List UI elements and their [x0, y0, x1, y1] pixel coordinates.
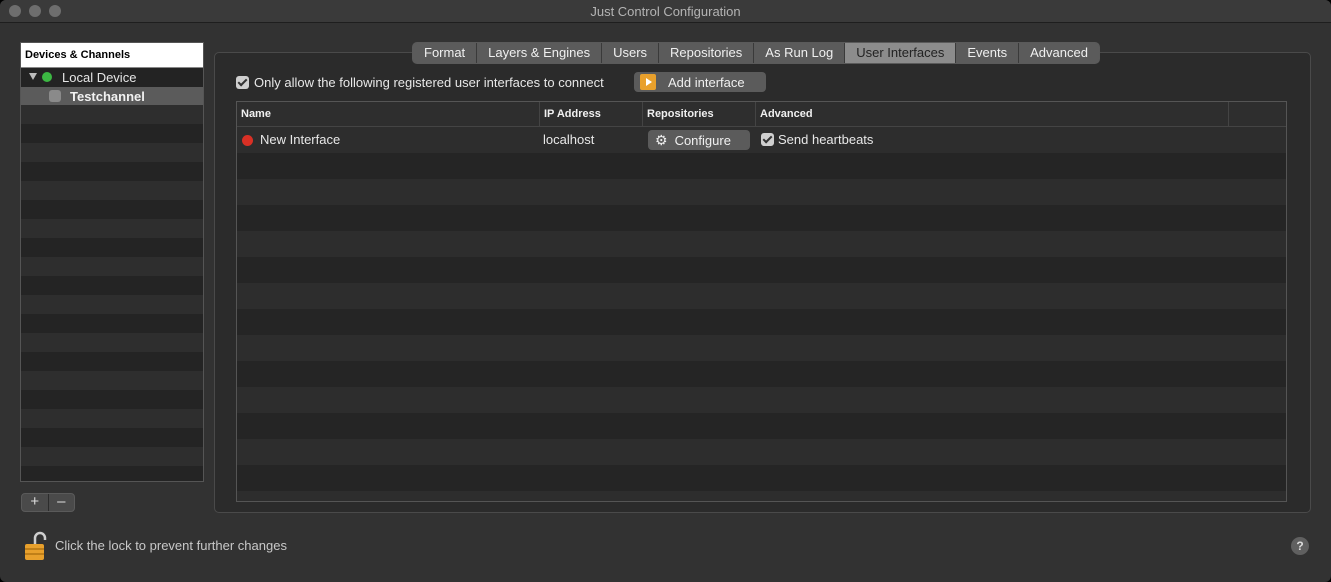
remove-device-button[interactable]: – — [47, 494, 75, 511]
column-header-ip-address[interactable]: IP Address — [540, 102, 643, 126]
tab-repositories[interactable]: Repositories — [659, 43, 755, 63]
add-device-button[interactable]: + — [22, 494, 48, 511]
device-label: Local Device — [62, 70, 137, 85]
configure-button[interactable]: ⚙ Configure — [648, 130, 750, 150]
tab-events[interactable]: Events — [956, 43, 1020, 63]
devices-channels-list[interactable]: Devices & Channels Local Device Testchan… — [20, 42, 204, 482]
help-button[interactable]: ? — [1291, 537, 1309, 555]
column-header-name[interactable]: Name — [237, 102, 540, 126]
allow-registered-row: Only allow the following registered user… — [236, 72, 604, 92]
table-row[interactable]: New Interface localhost ⚙ Configure Send… — [237, 127, 1286, 153]
gear-icon: ⚙ — [655, 132, 668, 148]
tab-user-interfaces[interactable]: User Interfaces — [845, 43, 957, 63]
column-header-advanced[interactable]: Advanced — [756, 102, 1229, 126]
channel-label: Testchannel — [70, 89, 145, 104]
sidebar-header: Devices & Channels — [21, 43, 203, 68]
window-title: Just Control Configuration — [590, 4, 741, 19]
configure-label: Configure — [674, 132, 731, 148]
send-heartbeats-label[interactable]: Send heartbeats — [778, 127, 873, 153]
disclosure-triangle-icon[interactable] — [29, 73, 37, 80]
sidebar-item-testchannel[interactable]: Testchannel — [21, 87, 203, 106]
tab-advanced[interactable]: Advanced — [1019, 43, 1099, 63]
list-empty-rows — [21, 105, 203, 481]
tab-users[interactable]: Users — [602, 43, 660, 63]
allow-registered-label[interactable]: Only allow the following registered user… — [254, 75, 604, 90]
interface-name: New Interface — [260, 132, 341, 147]
channel-checkbox[interactable] — [49, 90, 61, 102]
add-interface-label: Add interface — [668, 74, 745, 90]
settings-tabs: Format Layers & Engines Users Repositori… — [412, 42, 1100, 64]
interface-ip: localhost — [543, 132, 595, 147]
app-window: Just Control Configuration Devices & Cha… — [0, 0, 1331, 582]
lock-hint-text: Click the lock to prevent further change… — [55, 538, 287, 553]
add-remove-control: + – — [21, 493, 75, 512]
sidebar-item-local-device[interactable]: Local Device — [21, 68, 203, 87]
tab-as-run-log[interactable]: As Run Log — [754, 43, 846, 63]
send-heartbeats-checkbox[interactable] — [761, 133, 774, 146]
column-header-repositories[interactable]: Repositories — [643, 102, 756, 126]
table-header: Name IP Address Repositories Advanced — [237, 102, 1286, 127]
unlocked-lock-icon[interactable] — [24, 530, 48, 562]
allow-registered-checkbox[interactable] — [236, 75, 249, 89]
offline-status-icon — [242, 135, 253, 146]
table-empty-rows — [237, 127, 1286, 501]
title-bar: Just Control Configuration — [0, 0, 1331, 23]
online-status-icon — [42, 72, 52, 82]
add-interface-icon — [640, 74, 656, 90]
add-interface-button[interactable]: Add interface — [634, 72, 766, 92]
tab-layers-engines[interactable]: Layers & Engines — [477, 43, 603, 63]
interfaces-table[interactable]: Name IP Address Repositories Advanced Ne… — [236, 101, 1287, 502]
tab-format[interactable]: Format — [413, 43, 478, 63]
